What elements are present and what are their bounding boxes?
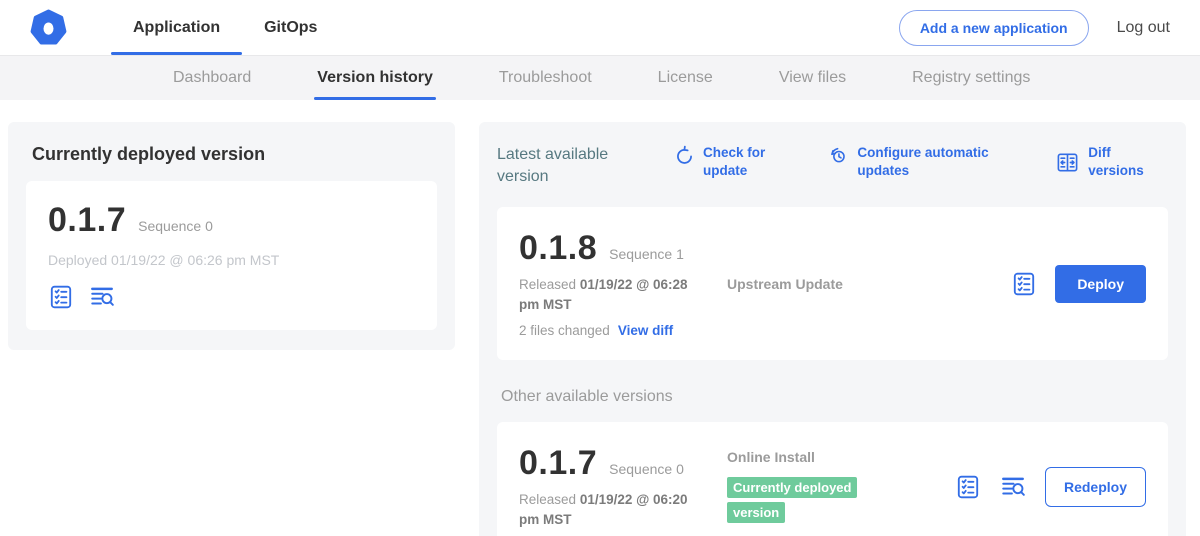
version-info: 0.1.7 Sequence 0 Released 01/19/22 @ 06:…	[519, 444, 727, 529]
view-diff-link[interactable]: View diff	[618, 323, 673, 338]
version-actions: Deploy	[1011, 265, 1146, 303]
tab-application-label: Application	[133, 19, 220, 37]
check-for-update-link[interactable]: Check for update	[674, 144, 828, 179]
deployed-badge-wrap: Currently deployed version	[727, 475, 889, 525]
version-history-panel: Latest available version Check for updat…	[479, 122, 1186, 536]
subnav-troubleshoot[interactable]: Troubleshoot	[466, 56, 625, 100]
subnav-registry-settings[interactable]: Registry settings	[879, 56, 1063, 100]
redeploy-button[interactable]: Redeploy	[1045, 467, 1146, 507]
latest-version-header: Latest available version Check for updat…	[497, 142, 1168, 187]
tab-gitops-label: GitOps	[264, 19, 317, 37]
version-actions	[48, 284, 415, 310]
heptagon-logo-icon	[30, 9, 67, 46]
released-timestamp: Released 01/19/22 @ 06:28 pm MST	[519, 275, 709, 314]
sequence-label: Sequence 0	[609, 461, 684, 477]
currently-deployed-panel: Currently deployed version 0.1.7 Sequenc…	[8, 122, 455, 350]
add-application-button[interactable]: Add a new application	[899, 10, 1089, 46]
latest-available-title: Latest available version	[497, 144, 662, 187]
refresh-icon	[674, 145, 695, 166]
preflight-checks-icon[interactable]	[955, 474, 981, 500]
latest-version-card: 0.1.8 Sequence 1 Released 01/19/22 @ 06:…	[497, 207, 1168, 360]
tab-gitops[interactable]: GitOps	[242, 0, 339, 55]
logout-link[interactable]: Log out	[1117, 19, 1170, 37]
app-logo-icon[interactable]	[30, 0, 67, 55]
version-number: 0.1.8	[519, 229, 597, 268]
version-info: 0.1.8 Sequence 1 Released 01/19/22 @ 06:…	[519, 229, 727, 338]
diff-icon	[1055, 151, 1080, 174]
other-version-card: 0.1.7 Sequence 0 Released 01/19/22 @ 06:…	[497, 422, 1168, 536]
main-content: Currently deployed version 0.1.7 Sequenc…	[0, 100, 1200, 536]
other-versions-title: Other available versions	[501, 388, 1164, 406]
released-timestamp: Released 01/19/22 @ 06:20 pm MST	[519, 490, 709, 529]
sequence-label: Sequence 0	[138, 218, 213, 234]
subnav-license[interactable]: License	[625, 56, 746, 100]
version-number: 0.1.7	[519, 444, 597, 483]
sequence-label: Sequence 1	[609, 246, 684, 262]
tab-application[interactable]: Application	[111, 0, 242, 55]
configure-automatic-updates-link[interactable]: Configure automatic updates	[828, 144, 1055, 179]
version-source: Upstream Update	[727, 276, 1011, 292]
version-number: 0.1.7	[48, 201, 126, 240]
deploy-logs-icon[interactable]	[999, 474, 1027, 500]
preflight-checks-icon[interactable]	[48, 284, 74, 310]
currently-deployed-title: Currently deployed version	[32, 144, 435, 165]
top-navbar: Application GitOps Add a new application…	[0, 0, 1200, 56]
current-version-card: 0.1.7 Sequence 0 Deployed 01/19/22 @ 06:…	[26, 181, 437, 330]
subnav-dashboard[interactable]: Dashboard	[140, 56, 284, 100]
topnav-right: Add a new application Log out	[899, 0, 1170, 55]
deploy-logs-icon[interactable]	[88, 284, 116, 310]
version-source: Online Install Currently deployed versio…	[727, 449, 955, 525]
version-actions: Redeploy	[955, 467, 1146, 507]
subnav-version-history[interactable]: Version history	[284, 56, 466, 100]
subnav-view-files[interactable]: View files	[746, 56, 879, 100]
diff-versions-link[interactable]: Diff versions	[1055, 144, 1166, 179]
preflight-checks-icon[interactable]	[1011, 271, 1037, 297]
files-changed: 2 files changedView diff	[519, 323, 727, 338]
app-sub-navbar: Dashboard Version history Troubleshoot L…	[0, 56, 1200, 100]
currently-deployed-badge: Currently deployed version	[727, 477, 857, 523]
admin-console: Application GitOps Add a new application…	[0, 0, 1200, 536]
top-nav-tabs: Application GitOps	[111, 0, 339, 55]
deployed-timestamp: Deployed 01/19/22 @ 06:26 pm MST	[48, 252, 415, 268]
deploy-button[interactable]: Deploy	[1055, 265, 1146, 303]
clock-refresh-icon	[828, 145, 849, 166]
version-row: 0.1.7 Sequence 0	[48, 201, 415, 240]
